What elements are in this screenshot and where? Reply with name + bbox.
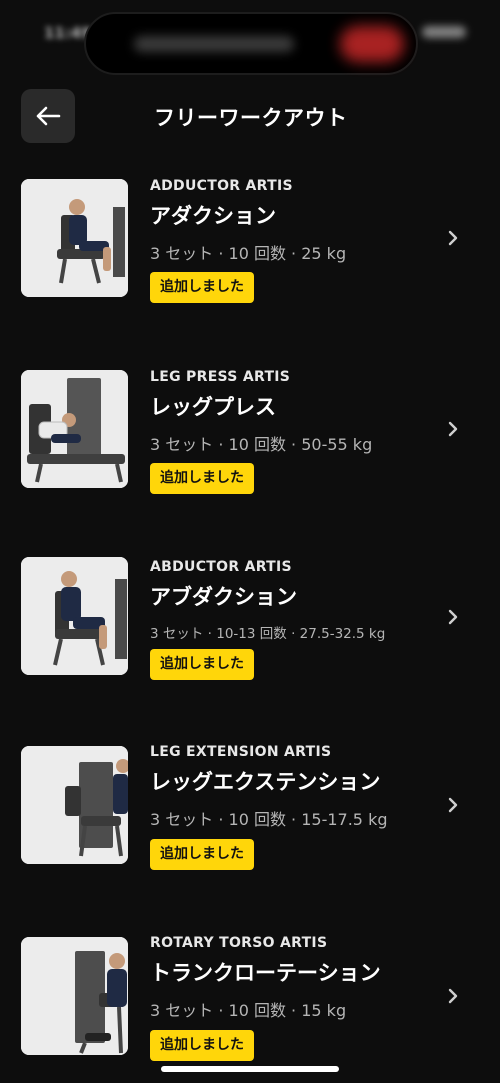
exercise-details: 3 セット · 10-13 回数 · 27.5-32.5 kg [150, 626, 386, 642]
added-badge: 追加しました [150, 463, 254, 494]
live-activity-indicator [340, 26, 404, 62]
status-icons [422, 26, 466, 38]
exercise-name: レッグプレス [150, 395, 276, 419]
back-button[interactable] [21, 89, 75, 143]
header: フリーワークアウト [0, 88, 500, 144]
exercise-thumbnail [21, 179, 128, 297]
home-indicator[interactable] [161, 1066, 339, 1072]
dynamic-island [84, 12, 418, 75]
exercise-details: 3 セット · 10 回数 · 15-17.5 kg [150, 810, 388, 829]
exercise-name: アブダクション [150, 585, 297, 609]
exercise-name: アダクション [150, 204, 276, 228]
page-title: フリーワークアウト [154, 106, 348, 130]
chevron-right-icon [448, 797, 458, 813]
exercise-thumbnail [21, 746, 128, 864]
exercise-brand: ROTARY TORSO ARTIS [150, 935, 328, 951]
live-activity-text [134, 36, 294, 52]
exercise-thumbnail [21, 557, 128, 675]
exercise-details: 3 セット · 10 回数 · 25 kg [150, 244, 347, 263]
arrow-left-icon [36, 106, 61, 126]
added-badge: 追加しました [150, 839, 254, 870]
chevron-right-icon [448, 609, 458, 625]
exercise-brand: ABDUCTOR ARTIS [150, 559, 292, 575]
chevron-right-icon [448, 988, 458, 1004]
exercise-brand: ADDUCTOR ARTIS [150, 178, 293, 194]
screen: 11:49 フリーワークアウト ADDUCTOR ARTIS アダクション 3 … [0, 0, 500, 1083]
exercise-name: トランクローテーション [150, 961, 381, 985]
chevron-right-icon [448, 230, 458, 246]
exercise-brand: LEG EXTENSION ARTIS [150, 744, 332, 760]
added-badge: 追加しました [150, 649, 254, 680]
exercise-details: 3 セット · 10 回数 · 50-55 kg [150, 435, 373, 454]
status-bar: 11:49 [0, 0, 500, 75]
exercise-brand: LEG PRESS ARTIS [150, 369, 291, 385]
exercise-thumbnail [21, 937, 128, 1055]
workout-item-abductor[interactable]: ABDUCTOR ARTIS アブダクション 3 セット · 10-13 回数 … [0, 557, 500, 709]
exercise-details: 3 セット · 10 回数 · 15 kg [150, 1001, 347, 1020]
added-badge: 追加しました [150, 1030, 254, 1061]
workout-item-leg-press[interactable]: LEG PRESS ARTIS レッグプレス 3 セット · 10 回数 · 5… [0, 369, 500, 519]
added-badge: 追加しました [150, 272, 254, 303]
workout-item-rotary-torso[interactable]: ROTARY TORSO ARTIS トランクローテーション 3 セット · 1… [0, 935, 500, 1083]
chevron-right-icon [448, 421, 458, 437]
workout-item-adductor[interactable]: ADDUCTOR ARTIS アダクション 3 セット · 10 回数 · 25… [0, 178, 500, 328]
exercise-name: レッグエクステンション [150, 770, 381, 794]
workout-item-leg-extension[interactable]: LEG EXTENSION ARTIS レッグエクステンション 3 セット · … [0, 744, 500, 894]
exercise-thumbnail [21, 370, 128, 488]
